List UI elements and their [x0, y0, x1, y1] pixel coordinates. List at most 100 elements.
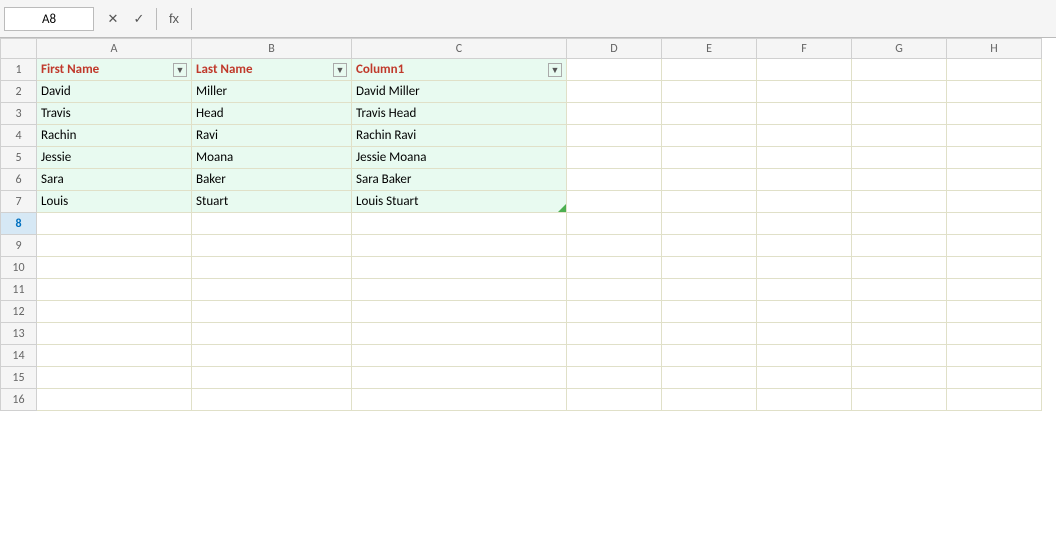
cell-H2[interactable]: [947, 81, 1042, 103]
cell-H16[interactable]: [947, 389, 1042, 411]
cell-C14[interactable]: [352, 345, 567, 367]
cell-D8[interactable]: [567, 213, 662, 235]
cell-D1[interactable]: [567, 59, 662, 81]
cell-C5[interactable]: Jessie Moana: [352, 147, 567, 169]
cell-B6[interactable]: Baker: [192, 169, 352, 191]
col-header-f[interactable]: F: [757, 39, 852, 59]
cell-E11[interactable]: [662, 279, 757, 301]
cell-E2[interactable]: [662, 81, 757, 103]
cell-C12[interactable]: [352, 301, 567, 323]
cell-H14[interactable]: [947, 345, 1042, 367]
cell-A5[interactable]: Jessie: [37, 147, 192, 169]
cell-D15[interactable]: [567, 367, 662, 389]
cell-C8[interactable]: [352, 213, 567, 235]
cell-D14[interactable]: [567, 345, 662, 367]
cell-E4[interactable]: [662, 125, 757, 147]
cell-B10[interactable]: [192, 257, 352, 279]
row-header-14[interactable]: 14: [1, 345, 37, 367]
cell-D10[interactable]: [567, 257, 662, 279]
cell-A3[interactable]: Travis: [37, 103, 192, 125]
cell-E13[interactable]: [662, 323, 757, 345]
cell-D7[interactable]: [567, 191, 662, 213]
col-header-h[interactable]: H: [947, 39, 1042, 59]
cell-G9[interactable]: [852, 235, 947, 257]
row-header-10[interactable]: 10: [1, 257, 37, 279]
cell-F9[interactable]: [757, 235, 852, 257]
col-header-a[interactable]: A: [37, 39, 192, 59]
col-header-g[interactable]: G: [852, 39, 947, 59]
cell-G15[interactable]: [852, 367, 947, 389]
cell-G10[interactable]: [852, 257, 947, 279]
cell-B11[interactable]: [192, 279, 352, 301]
row-header-16[interactable]: 16: [1, 389, 37, 411]
cell-H3[interactable]: [947, 103, 1042, 125]
cell-F3[interactable]: [757, 103, 852, 125]
cell-C15[interactable]: [352, 367, 567, 389]
formula-input[interactable]: [196, 7, 1052, 31]
cell-C11[interactable]: [352, 279, 567, 301]
cell-H15[interactable]: [947, 367, 1042, 389]
cell-H8[interactable]: [947, 213, 1042, 235]
row-header-13[interactable]: 13: [1, 323, 37, 345]
cell-B8[interactable]: [192, 213, 352, 235]
cell-E14[interactable]: [662, 345, 757, 367]
cell-H7[interactable]: [947, 191, 1042, 213]
row-header-5[interactable]: 5: [1, 147, 37, 169]
cell-C9[interactable]: [352, 235, 567, 257]
cell-D6[interactable]: [567, 169, 662, 191]
cell-H5[interactable]: [947, 147, 1042, 169]
cell-F8[interactable]: [757, 213, 852, 235]
cell-G14[interactable]: [852, 345, 947, 367]
cell-F5[interactable]: [757, 147, 852, 169]
cell-F12[interactable]: [757, 301, 852, 323]
filter-btn-col1[interactable]: ▼: [333, 63, 347, 77]
cell-C13[interactable]: [352, 323, 567, 345]
cell-E6[interactable]: [662, 169, 757, 191]
cell-A2[interactable]: David: [37, 81, 192, 103]
cell-H12[interactable]: [947, 301, 1042, 323]
cell-A9[interactable]: [37, 235, 192, 257]
cell-C1[interactable]: Column1▼: [352, 59, 567, 81]
cell-G11[interactable]: [852, 279, 947, 301]
cell-G1[interactable]: [852, 59, 947, 81]
row-header-8[interactable]: 8: [1, 213, 37, 235]
cell-E7[interactable]: [662, 191, 757, 213]
cell-H13[interactable]: [947, 323, 1042, 345]
cell-H11[interactable]: [947, 279, 1042, 301]
cell-D12[interactable]: [567, 301, 662, 323]
cell-F7[interactable]: [757, 191, 852, 213]
cell-A4[interactable]: Rachin: [37, 125, 192, 147]
cell-B5[interactable]: Moana: [192, 147, 352, 169]
row-header-2[interactable]: 2: [1, 81, 37, 103]
cell-B14[interactable]: [192, 345, 352, 367]
row-header-6[interactable]: 6: [1, 169, 37, 191]
cell-A6[interactable]: Sara: [37, 169, 192, 191]
cell-E8[interactable]: [662, 213, 757, 235]
cell-B12[interactable]: [192, 301, 352, 323]
cell-E9[interactable]: [662, 235, 757, 257]
row-header-1[interactable]: 1: [1, 59, 37, 81]
cell-G3[interactable]: [852, 103, 947, 125]
cell-D11[interactable]: [567, 279, 662, 301]
cell-C10[interactable]: [352, 257, 567, 279]
fx-button[interactable]: fx: [161, 7, 187, 31]
cell-F15[interactable]: [757, 367, 852, 389]
cell-E12[interactable]: [662, 301, 757, 323]
cell-C6[interactable]: Sara Baker: [352, 169, 567, 191]
cell-A11[interactable]: [37, 279, 192, 301]
cell-H9[interactable]: [947, 235, 1042, 257]
cell-D13[interactable]: [567, 323, 662, 345]
cell-G7[interactable]: [852, 191, 947, 213]
row-header-3[interactable]: 3: [1, 103, 37, 125]
cell-G6[interactable]: [852, 169, 947, 191]
cell-E16[interactable]: [662, 389, 757, 411]
cell-D16[interactable]: [567, 389, 662, 411]
cell-E3[interactable]: [662, 103, 757, 125]
cell-H6[interactable]: [947, 169, 1042, 191]
cell-A8[interactable]: [37, 213, 192, 235]
cell-A7[interactable]: Louis: [37, 191, 192, 213]
cell-B1[interactable]: Last Name▼: [192, 59, 352, 81]
cell-B7[interactable]: Stuart: [192, 191, 352, 213]
cell-G4[interactable]: [852, 125, 947, 147]
row-header-9[interactable]: 9: [1, 235, 37, 257]
